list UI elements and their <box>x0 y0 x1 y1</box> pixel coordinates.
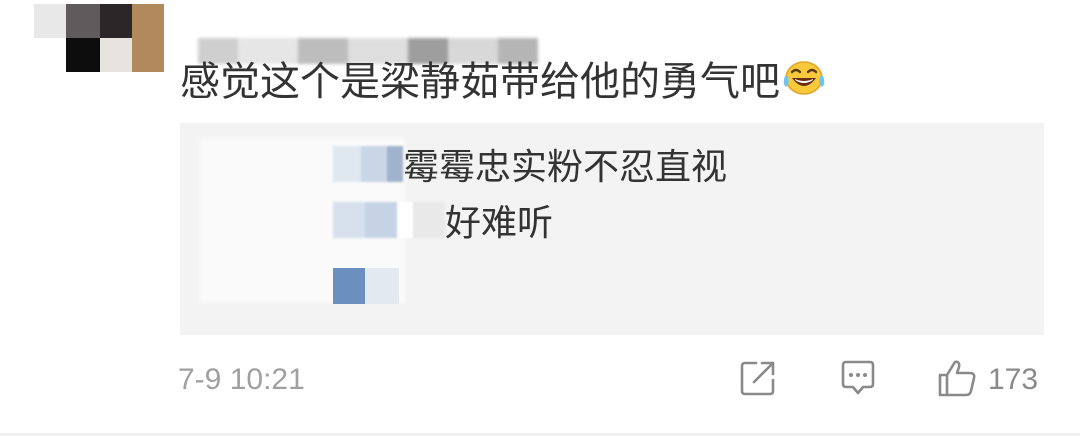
avatar-mosaic-tile <box>100 4 132 38</box>
laughing-with-tears-emoji-icon <box>782 56 826 100</box>
avatar-mosaic-tile <box>66 4 100 38</box>
avatar[interactable] <box>34 4 164 72</box>
reply-item[interactable]: 霉霉忠实粉不忍直视 <box>333 144 727 188</box>
reply-username-blurred[interactable] <box>333 268 399 304</box>
comment-body: 感觉这个是梁静茹带给他的勇气吧 <box>180 59 780 105</box>
reply-item[interactable] <box>333 266 399 306</box>
share-icon <box>738 358 778 402</box>
comment-button[interactable] <box>838 360 878 400</box>
comment-bubble-icon <box>838 358 878 402</box>
reply-item[interactable]: 好难听 <box>333 200 553 244</box>
like-button[interactable]: 173 <box>936 360 1038 400</box>
reply-username-blurred[interactable] <box>333 202 445 238</box>
avatar-mosaic-tile <box>66 38 100 72</box>
comment-text: 感觉这个是梁静茹带给他的勇气吧 <box>180 52 826 105</box>
avatar-mosaic-tile <box>100 38 132 72</box>
thumbs-up-icon <box>936 357 978 403</box>
reply-text: 霉霉忠实粉不忍直视 <box>403 147 728 188</box>
avatar-mosaic-tile <box>132 4 164 72</box>
like-count: 173 <box>988 363 1039 396</box>
timestamp: 7-9 10:21 <box>178 363 305 396</box>
share-button[interactable] <box>738 360 778 400</box>
avatar-mosaic-tile <box>34 4 66 38</box>
reply-username-blurred[interactable] <box>333 146 403 182</box>
reply-text: 好难听 <box>445 203 554 244</box>
